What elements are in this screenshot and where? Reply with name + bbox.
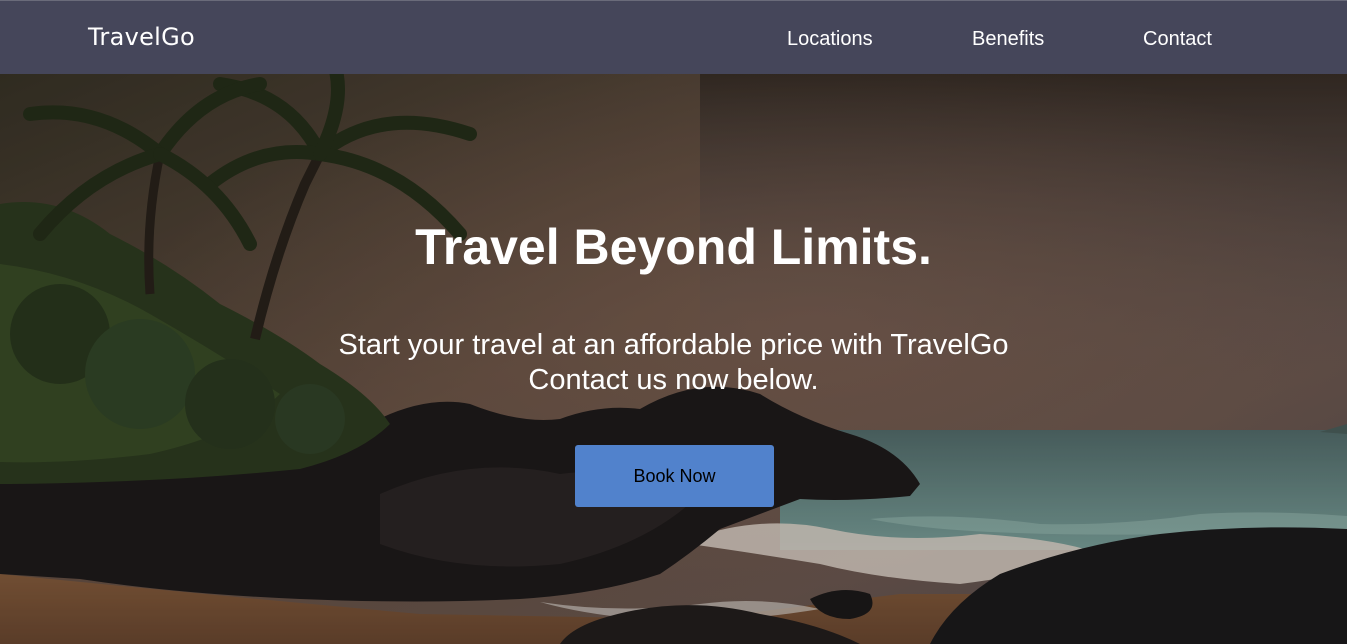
hero-subtitle-line-2: Contact us now below.	[528, 364, 819, 396]
hero-title: Travel Beyond Limits.	[415, 219, 932, 275]
hero-section: Travel Beyond Limits. Start your travel …	[0, 74, 1347, 644]
hero-subtitle: Start your travel at an affordable price…	[0, 328, 1347, 398]
nav-link-benefits[interactable]: Benefits	[972, 28, 1044, 51]
hero-subtitle-line-1: Start your travel at an affordable price…	[338, 329, 1009, 361]
nav-link-locations[interactable]: Locations	[787, 28, 873, 51]
brand-logo[interactable]: TravelGo	[88, 23, 195, 51]
nav-link-contact[interactable]: Contact	[1143, 28, 1212, 51]
book-now-button[interactable]: Book Now	[575, 445, 774, 507]
top-navbar: TravelGo Locations Benefits Contact	[0, 0, 1347, 74]
